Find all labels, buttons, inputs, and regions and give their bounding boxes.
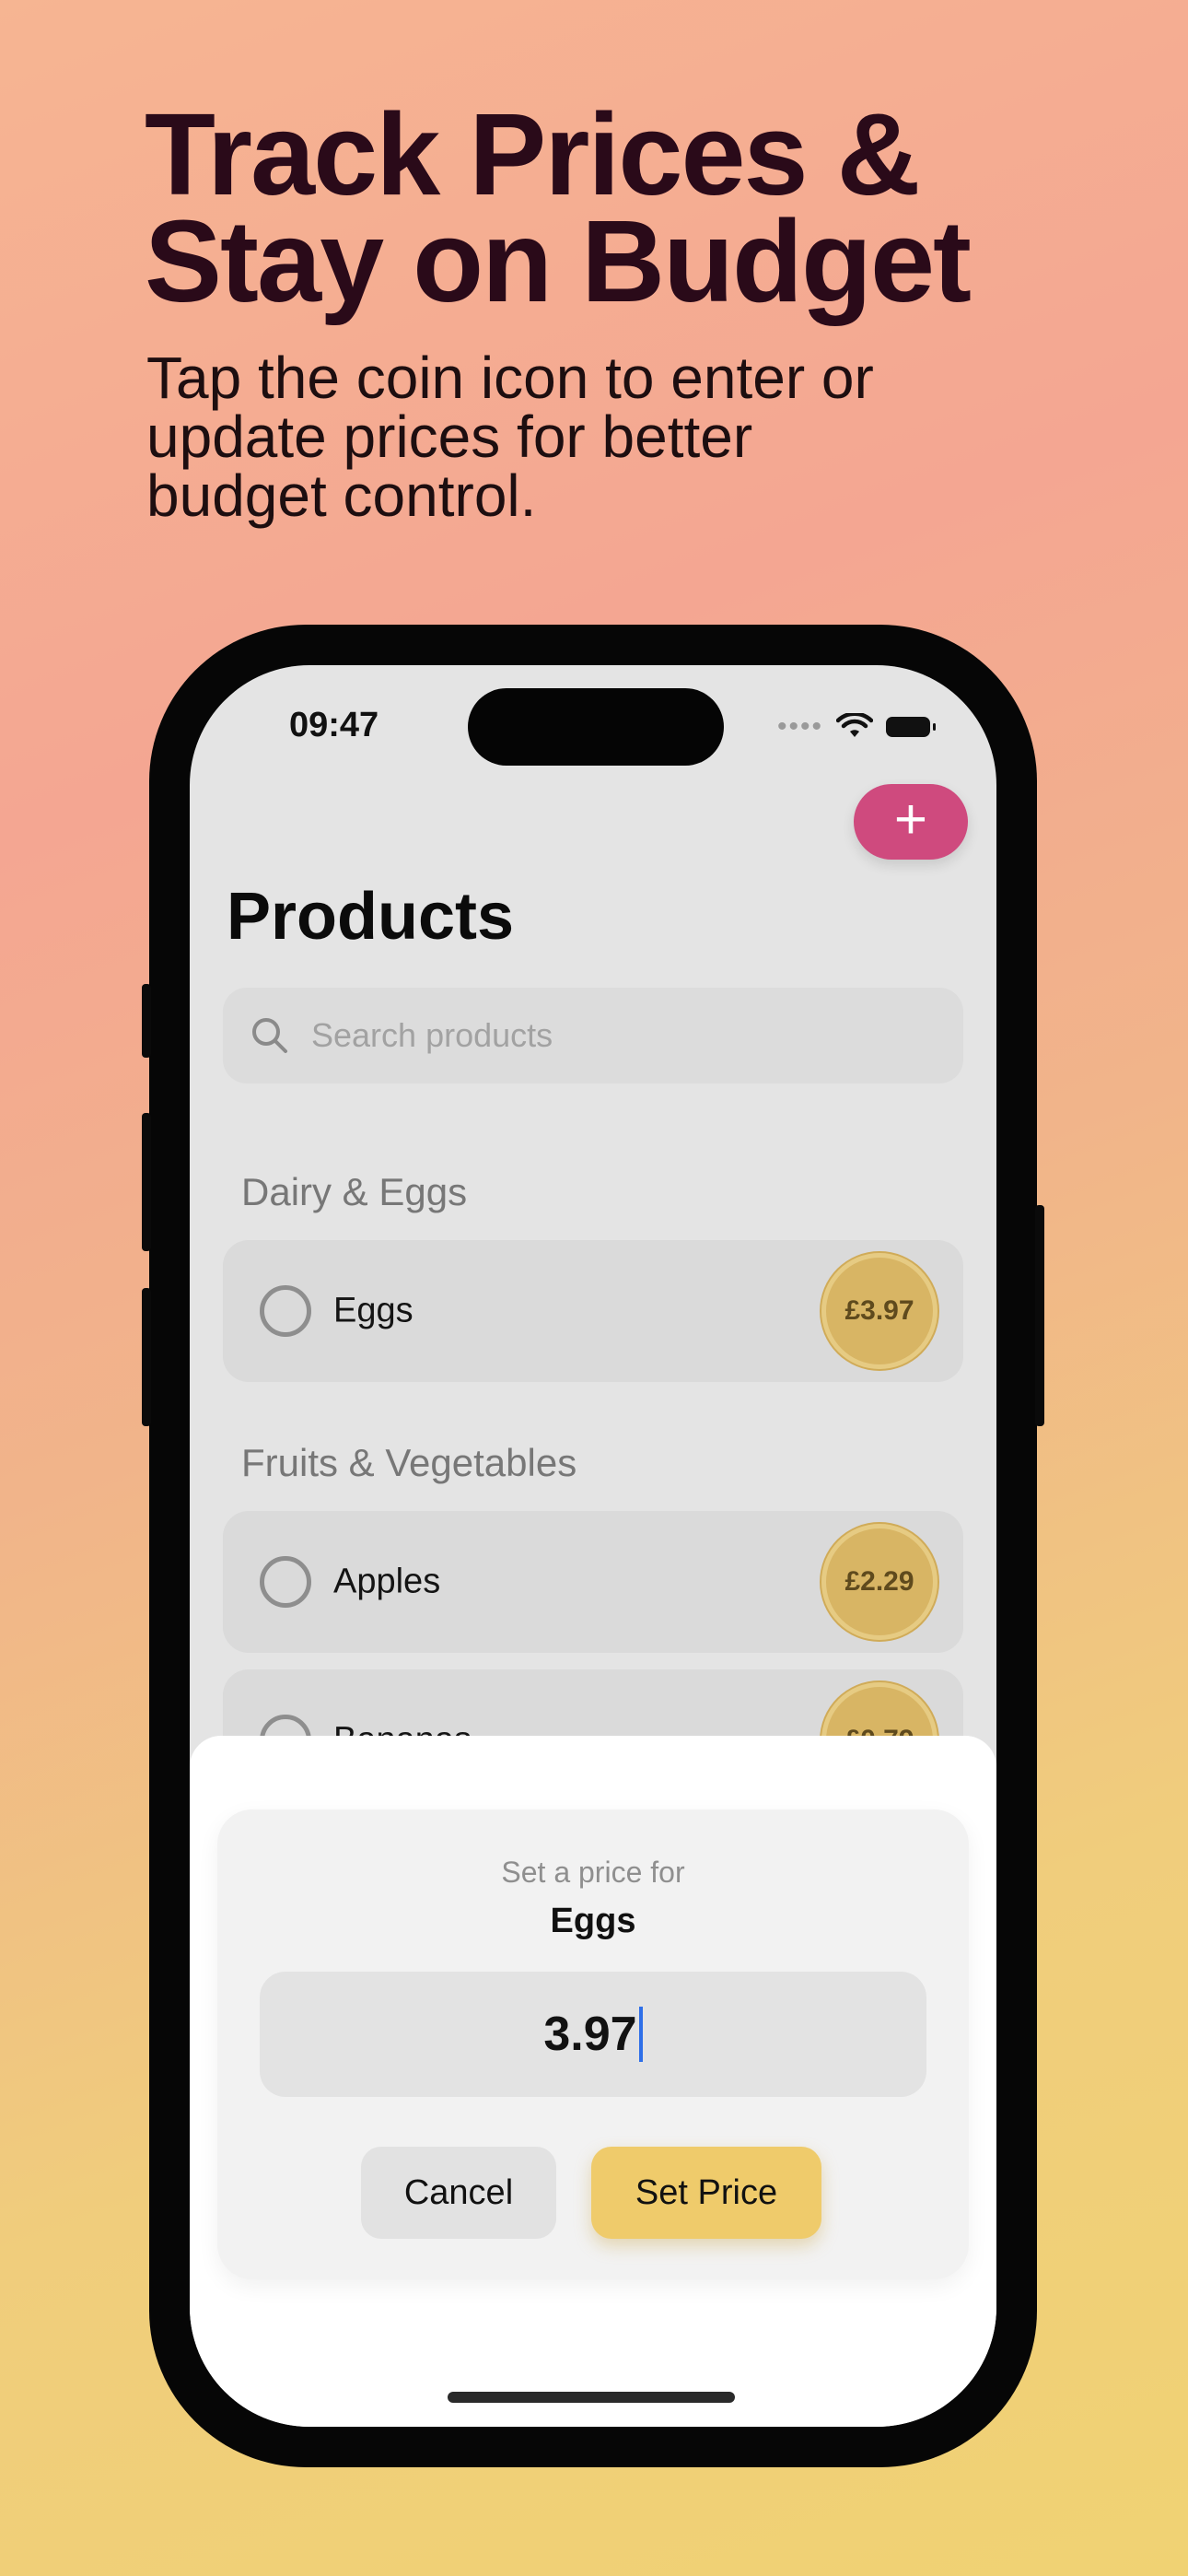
home-indicator[interactable] [448, 2392, 735, 2403]
phone-power-button [1035, 1205, 1044, 1426]
price-value: 3.97 [543, 2008, 637, 2061]
status-icons: •••• [776, 711, 936, 743]
price-input[interactable]: 3.97 [260, 1972, 926, 2097]
item-name: Apples [333, 1562, 441, 1601]
phone-volume-up [142, 1113, 151, 1251]
subline-3: budget control. [146, 463, 537, 529]
coin-icon[interactable]: £3.97 [821, 1253, 938, 1369]
set-price-button[interactable]: Set Price [591, 2147, 821, 2239]
cancel-button[interactable]: Cancel [361, 2147, 556, 2239]
section-header-fruits: Fruits & Vegetables [241, 1441, 577, 1484]
subline-2: update prices for better [146, 404, 753, 470]
phone-volume-down [142, 1288, 151, 1426]
radio-empty-icon[interactable] [260, 1556, 311, 1608]
text-caret [638, 2007, 643, 2062]
price-card: Set a price for Eggs 3.97 Cancel Set Pri… [217, 1809, 969, 2279]
dynamic-island [468, 688, 724, 766]
phone-screen: 09:47 •••• + Products Dairy & Eggs Eggs … [190, 665, 996, 2427]
wifi-icon [836, 713, 873, 737]
section-header-dairy: Dairy & Eggs [241, 1170, 468, 1213]
page-title: Products [227, 880, 515, 954]
phone-mute-switch [142, 984, 151, 1058]
search-input[interactable] [309, 1015, 866, 1056]
item-name: Eggs [333, 1291, 413, 1330]
price-item-name: Eggs [550, 1902, 636, 1940]
battery-icon [886, 717, 936, 737]
radio-empty-icon[interactable] [260, 1285, 311, 1337]
price-sheet: Set a price for Eggs 3.97 Cancel Set Pri… [190, 1736, 996, 2427]
list-item[interactable]: Eggs £3.97 [223, 1240, 963, 1382]
phone-frame: 09:47 •••• + Products Dairy & Eggs Eggs … [142, 625, 1044, 2467]
promo-subline: Tap the coin icon to enter or update pri… [146, 348, 975, 525]
list-item[interactable]: Apples £2.29 [223, 1511, 963, 1653]
subline-1: Tap the coin icon to enter or [146, 345, 874, 411]
headline-line-2: Stay on Budget [145, 196, 972, 326]
price-prompt: Set a price for [501, 1856, 685, 1889]
search-bar[interactable] [223, 988, 963, 1083]
add-product-button[interactable]: + [854, 784, 968, 860]
search-icon [252, 1018, 287, 1053]
signal-dots: •••• [776, 711, 823, 742]
coin-icon[interactable]: £2.29 [821, 1524, 938, 1640]
status-time: 09:47 [289, 706, 379, 744]
promo-headline: Track Prices & Stay on Budget [145, 89, 1121, 326]
headline-line-1: Track Prices & [145, 89, 921, 219]
